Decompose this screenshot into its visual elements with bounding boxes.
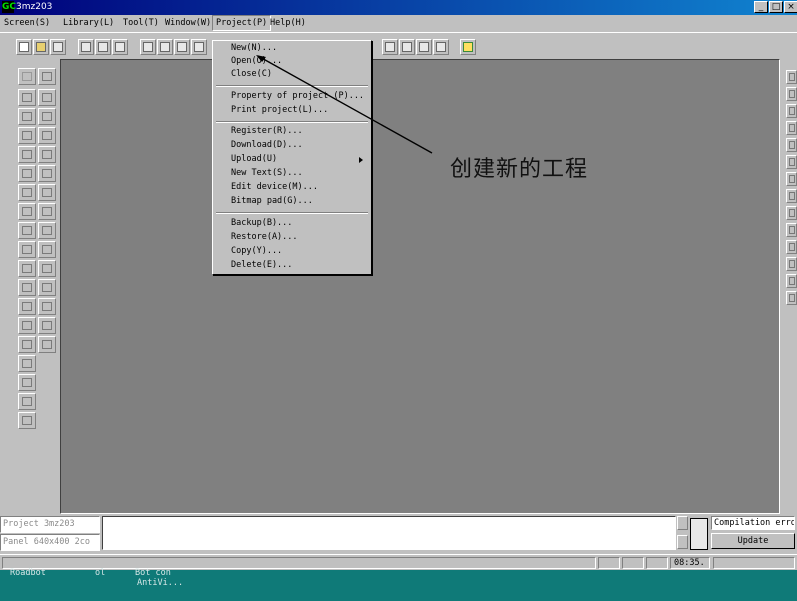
taskbar-item[interactable]: Roadbot xyxy=(10,568,46,578)
bottom-panel: Project 3mz203 Panel 640x400 2co Compila… xyxy=(0,514,797,554)
annotation-label: 创建新的工程 xyxy=(450,157,589,182)
project-info-label: Project 3mz203 xyxy=(0,516,100,533)
annotation-arrow xyxy=(256,55,433,154)
status-message xyxy=(2,557,596,569)
compilation-dropdown[interactable]: Compilation erro xyxy=(711,516,795,530)
taskbar-item[interactable]: Bot con xyxy=(135,568,171,578)
status-cell xyxy=(646,557,668,569)
panel-info-label: Panel 640x400 2co xyxy=(0,534,100,551)
taskbar: Roadbot ol Bot con AntiVi... xyxy=(0,568,797,601)
taskbar-item[interactable]: ol xyxy=(95,568,105,578)
output-window[interactable] xyxy=(102,516,676,550)
status-cell xyxy=(598,557,620,569)
status-cell xyxy=(713,557,795,569)
document-icon[interactable] xyxy=(690,518,708,550)
status-cell xyxy=(622,557,644,569)
scroll-up-button[interactable] xyxy=(677,516,688,530)
scroll-down-button[interactable] xyxy=(677,535,688,549)
taskbar-item[interactable]: AntiVi... xyxy=(137,578,183,588)
update-button[interactable]: Update xyxy=(711,533,795,549)
status-clock: 08:35. xyxy=(670,557,710,569)
application-window: GC 3mz203 _ □ × Screen(S) Library(L) Too… xyxy=(0,0,797,570)
status-bar: 08:35. xyxy=(0,554,797,570)
